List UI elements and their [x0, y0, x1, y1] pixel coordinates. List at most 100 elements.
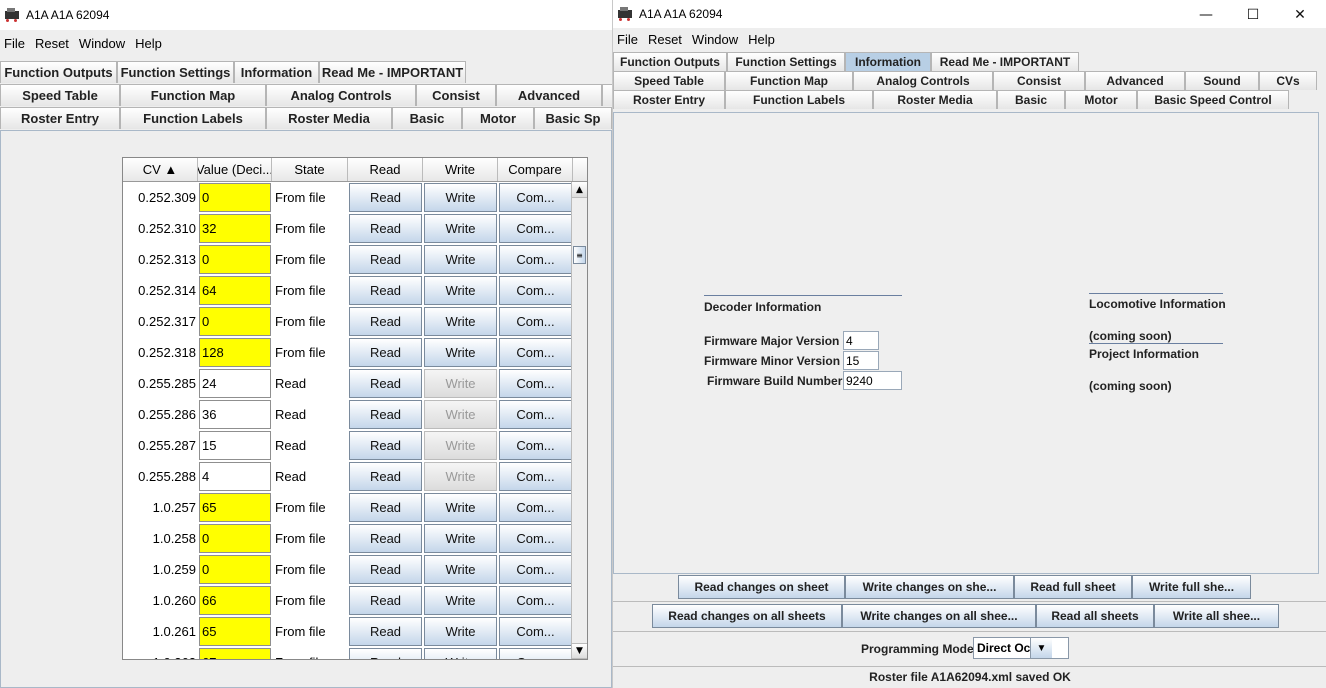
- compare-button[interactable]: Com...: [499, 400, 572, 429]
- write-button[interactable]: Write: [424, 307, 497, 336]
- value-input[interactable]: 0: [199, 245, 271, 274]
- close-icon[interactable]: ✕: [1277, 0, 1323, 30]
- tab-function-outputs[interactable]: Function Outputs: [613, 52, 727, 71]
- tab-motor[interactable]: Motor: [462, 107, 534, 129]
- write-changes-sheet-button[interactable]: Write changes on she...: [845, 575, 1014, 599]
- col-write[interactable]: Write: [423, 158, 498, 181]
- write-full-sheet-button[interactable]: Write full she...: [1132, 575, 1251, 599]
- tab-function-map[interactable]: Function Map: [725, 71, 853, 90]
- read-button[interactable]: Read: [349, 369, 422, 398]
- tab-roster-entry[interactable]: Roster Entry: [0, 107, 120, 129]
- col-compare[interactable]: Compare: [498, 158, 573, 181]
- value-input[interactable]: 0: [199, 555, 271, 584]
- menu-file[interactable]: File: [617, 32, 638, 47]
- read-button[interactable]: Read: [349, 431, 422, 460]
- read-button[interactable]: Read: [349, 524, 422, 553]
- tab-advanced[interactable]: Advanced: [496, 84, 602, 106]
- tab-basic[interactable]: Basic: [997, 90, 1065, 109]
- read-button[interactable]: Read: [349, 183, 422, 212]
- read-all-sheets-button[interactable]: Read all sheets: [1036, 604, 1154, 628]
- value-input[interactable]: 65: [199, 617, 271, 646]
- compare-button[interactable]: Com...: [499, 338, 572, 367]
- value-input[interactable]: 15: [199, 431, 271, 460]
- read-button[interactable]: Read: [349, 462, 422, 491]
- tab-function-labels[interactable]: Function Labels: [725, 90, 873, 109]
- compare-button[interactable]: Com...: [499, 431, 572, 460]
- value-input[interactable]: 0: [199, 183, 271, 212]
- read-full-sheet-button[interactable]: Read full sheet: [1014, 575, 1132, 599]
- menu-help[interactable]: Help: [748, 32, 775, 47]
- tab-consist[interactable]: Consist: [416, 84, 496, 106]
- value-input[interactable]: 66: [199, 586, 271, 615]
- value-input[interactable]: 4: [199, 462, 271, 491]
- write-button[interactable]: Write: [424, 617, 497, 646]
- compare-button[interactable]: Com...: [499, 462, 572, 491]
- read-button[interactable]: Read: [349, 493, 422, 522]
- write-button[interactable]: Write: [424, 648, 497, 659]
- compare-button[interactable]: Com...: [499, 276, 572, 305]
- maximize-icon[interactable]: ☐: [1230, 0, 1276, 30]
- firmware-major-field[interactable]: 4: [843, 331, 879, 350]
- read-button[interactable]: Read: [349, 276, 422, 305]
- read-button[interactable]: Read: [349, 400, 422, 429]
- compare-button[interactable]: Com...: [499, 245, 572, 274]
- read-button[interactable]: Read: [349, 307, 422, 336]
- write-button[interactable]: Write: [424, 555, 497, 584]
- tab-function-map[interactable]: Function Map: [120, 84, 266, 106]
- tab-information[interactable]: Information: [234, 61, 319, 83]
- write-button[interactable]: Write: [424, 524, 497, 553]
- read-button[interactable]: Read: [349, 214, 422, 243]
- tab-analog-controls[interactable]: Analog Controls: [266, 84, 416, 106]
- compare-button[interactable]: Com...: [499, 524, 572, 553]
- compare-button[interactable]: Com...: [499, 493, 572, 522]
- read-button[interactable]: Read: [349, 648, 422, 659]
- tab-analog-controls[interactable]: Analog Controls: [853, 71, 993, 90]
- firmware-build-field[interactable]: 9240: [843, 371, 902, 390]
- tab-read-me-important[interactable]: Read Me - IMPORTANT: [931, 52, 1079, 71]
- compare-button[interactable]: Com...: [499, 586, 572, 615]
- read-button[interactable]: Read: [349, 555, 422, 584]
- read-changes-sheet-button[interactable]: Read changes on sheet: [678, 575, 845, 599]
- tab-basic[interactable]: Basic: [392, 107, 462, 129]
- write-button[interactable]: Write: [424, 493, 497, 522]
- firmware-minor-field[interactable]: 15: [843, 351, 879, 370]
- scroll-up-icon[interactable]: ▲: [572, 182, 587, 198]
- tab-roster-media[interactable]: Roster Media: [873, 90, 997, 109]
- read-button[interactable]: Read: [349, 617, 422, 646]
- write-changes-all-button[interactable]: Write changes on all shee...: [842, 604, 1036, 628]
- tab-function-settings[interactable]: Function Settings: [117, 61, 234, 83]
- tab-sound[interactable]: Sound: [1185, 71, 1259, 90]
- compare-button[interactable]: Com...: [499, 369, 572, 398]
- tab-advanced[interactable]: Advanced: [1085, 71, 1185, 90]
- write-button[interactable]: Write: [424, 276, 497, 305]
- write-button[interactable]: Write: [424, 245, 497, 274]
- value-input[interactable]: 32: [199, 214, 271, 243]
- tab-basic-sp[interactable]: Basic Sp: [534, 107, 612, 129]
- tab-information[interactable]: Information: [845, 52, 931, 71]
- write-button[interactable]: Write: [424, 214, 497, 243]
- read-changes-all-button[interactable]: Read changes on all sheets: [652, 604, 842, 628]
- menu-window[interactable]: Window: [692, 32, 738, 47]
- tab-motor[interactable]: Motor: [1065, 90, 1137, 109]
- compare-button[interactable]: Com...: [499, 617, 572, 646]
- col-read[interactable]: Read: [348, 158, 423, 181]
- col-state[interactable]: State: [272, 158, 348, 181]
- tab-read-me-important[interactable]: Read Me - IMPORTANT: [319, 61, 466, 83]
- tab-consist[interactable]: Consist: [993, 71, 1085, 90]
- write-all-sheets-button[interactable]: Write all shee...: [1154, 604, 1279, 628]
- write-button[interactable]: Write: [424, 338, 497, 367]
- tab-so[interactable]: So: [602, 84, 612, 106]
- menu-reset[interactable]: Reset: [648, 32, 682, 47]
- write-button[interactable]: Write: [424, 183, 497, 212]
- menu-file[interactable]: File: [4, 36, 25, 51]
- chevron-down-icon[interactable]: ▼: [1030, 638, 1052, 658]
- value-input[interactable]: 65: [199, 493, 271, 522]
- menu-help[interactable]: Help: [135, 36, 162, 51]
- read-button[interactable]: Read: [349, 245, 422, 274]
- tab-basic-speed-control[interactable]: Basic Speed Control: [1137, 90, 1289, 109]
- minimize-icon[interactable]: —: [1183, 0, 1229, 30]
- tab-speed-table[interactable]: Speed Table: [613, 71, 725, 90]
- value-input[interactable]: 36: [199, 400, 271, 429]
- compare-button[interactable]: Com...: [499, 648, 572, 659]
- menu-reset[interactable]: Reset: [35, 36, 69, 51]
